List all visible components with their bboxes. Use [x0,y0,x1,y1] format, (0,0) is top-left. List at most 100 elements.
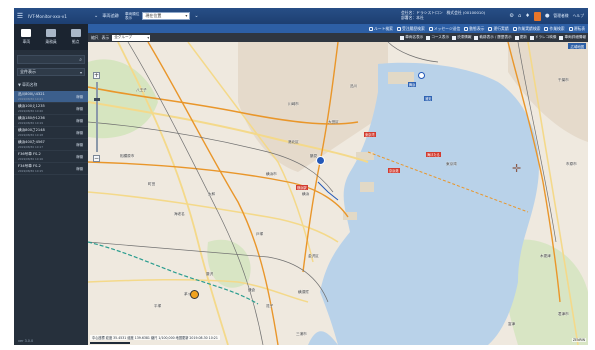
display-select[interactable]: 現在位置 ▾ [142,12,191,20]
user-name[interactable]: 管理者様 [553,13,568,19]
map-tool-button[interactable]: 軌跡表示 / 履歴表示 [474,34,512,41]
place-label: 富津 [508,322,516,326]
map-status-text: 中心座標 緯度 35.4531 経度 139.6381 縮尺 1/100,000… [90,335,220,340]
service-label: 動態表示 [469,25,485,31]
help-link[interactable]: ヘルプ [573,13,584,19]
group-select-value: 全件表示 [20,69,36,74]
list-item[interactable]: F36号車 FS-2 2019/08/30 10:16 稼働 [14,151,88,163]
zoom-slider-handle[interactable] [93,98,100,101]
zoom-out-button[interactable]: − [93,155,100,162]
group-select[interactable]: 全件表示 ▾ [17,68,85,76]
display-label-bottom: 表示 [124,16,133,20]
list-item[interactable]: F34号車 FS-2 2019/08/30 10:15 稼働 [14,163,88,175]
map-toolbar-left: 縮尺 表示 全グループ ▾ [88,34,151,41]
map-copyright: ZENRIN [571,338,586,342]
list-item[interactable]: 横浜100え1235 2019/08/30 10:20 稼働 [14,103,88,115]
map-group-select-value: 全グループ [114,35,132,39]
map-group-select[interactable]: 全グループ ▾ [112,34,151,41]
scale-label: 縮尺 [91,34,99,40]
service-button[interactable]: メッセージ送信 [428,26,460,32]
service-label: 運行実績 [493,25,509,31]
map-tool-button[interactable]: 渋滞情報 [452,34,471,41]
building-icon [70,29,81,37]
tab-vehicles[interactable]: 車両 [14,24,39,50]
tool-icon [474,35,479,40]
service-button[interactable]: ルート検索 [368,25,393,32]
list-item[interactable]: 横浜400た4567 2019/08/30 10:17 稼働 [14,139,88,151]
service-icon [368,26,373,31]
place-label: 金沢区 [308,254,319,258]
tab-drivers[interactable]: 乗務員 [39,24,64,50]
list-item[interactable]: 横浜800さ2148 2019/08/30 10:18 稼働 [14,127,88,139]
hamburger-icon[interactable]: ☰ [14,8,26,24]
gear-icon[interactable]: ⚙ [509,13,514,19]
station-label: 横浜駅 [296,185,308,190]
tab-label: 車両 [22,39,31,44]
service-button[interactable]: 運転表 [568,26,585,32]
place-tag: 浦安 [424,96,433,101]
map-tool-button[interactable]: コース表示 [426,34,449,41]
vehicle-tracking-link[interactable]: 車両追跡 [102,13,119,19]
status-badge: 稼働 [76,107,83,111]
driver-icon [46,29,56,37]
tool-icon [559,35,564,40]
chevron-down-icon[interactable]: ⌄ [94,13,98,19]
map-tool-button[interactable]: 車両詳細情報 [559,34,586,41]
list-item[interactable]: 品川800い4321 2019/08/30 10:21 稼働 [14,91,88,103]
place-label: 三浦市 [296,332,307,336]
zoom-in-button[interactable]: + [93,72,100,79]
map-tool-label: 車両詳細情報 [564,35,586,39]
service-button[interactable]: 作業実績検索 [512,25,541,32]
list-item[interactable]: 横浜180か1236 2019/08/30 10:19 稼働 [14,115,88,127]
place-label: 横須賀 [298,290,309,294]
display-label: 車両順位 表示 [125,12,139,20]
place-label: 品川 [350,84,358,88]
status-badge: 稼働 [76,131,83,135]
map-tool-label: 車両名表示 [405,35,424,39]
top-bar: ☰ IVT-Monitor-xxx-v1 ⌄ 車両追跡 車両順位 表示 現在位置… [14,8,588,24]
tab-bases[interactable]: 拠点 [63,24,88,50]
service-icon [512,26,517,31]
tool-icon [400,35,405,40]
service-label: ルート検索 [373,25,393,31]
service-icon [544,26,549,31]
service-button[interactable]: 作業検索 [544,26,565,32]
sidebar: 車両 乗務員 拠点 ⌕ 全件表示 ▾ ▼ 車両名称 品川800い4321 2019… [14,24,88,345]
service-button[interactable]: 動態表示 [464,26,484,32]
map-canvas[interactable] [88,42,588,345]
vehicle-search-input[interactable]: ⌕ [17,55,85,64]
service-label: 作業実績検索 [517,25,541,31]
service-icon [464,26,469,31]
vehicle-list-header[interactable]: ▼ 車両名称 [18,82,88,88]
search-icon[interactable]: ⌕ [79,57,82,63]
map-tool-button[interactable]: 車両名表示 [400,34,423,41]
tab-label: 拠点 [71,39,80,44]
place-label: 港北区 [288,140,299,144]
place-label: 八王子 [136,88,147,92]
wide-map-button[interactable]: 広域地図 [568,43,586,49]
vehicle-marker[interactable] [190,290,199,299]
vehicle-marker[interactable] [316,156,325,165]
service-button[interactable]: 受注履歴検索 [396,26,425,32]
zoom-slider-track[interactable] [95,82,98,152]
place-label: 相模原市 [120,154,135,158]
service-button[interactable]: 運行実績 [488,25,509,32]
base-marker[interactable] [418,72,425,79]
map-tool-label: 更新 [519,35,527,39]
crosshair-icon: ✛ [512,162,522,175]
notification-badge[interactable] [533,11,541,21]
service-icon [568,26,573,31]
user-icon[interactable]: ● [545,13,550,19]
status-badge: 稼働 [76,143,83,147]
place-label: 川崎市 [288,102,299,106]
map-tool-button[interactable]: 更新 [514,34,527,41]
map-tool-button[interactable]: ドラレコ映像 [529,34,556,41]
home-icon[interactable]: ⌂ [518,13,521,19]
map-panel[interactable]: ルート検索 受注履歴検索 メッセージ送信 動態表示 運行実績 作業実績検索 作業検索 運転表 … [88,24,588,345]
vehicle-list: 品川800い4321 2019/08/30 10:21 稼働 横浜100え1235 20… [14,91,88,175]
service-icon [488,26,493,31]
bell-icon[interactable]: ♦ [525,13,530,19]
place-label: 木更津 [540,254,551,258]
chevron-down-icon[interactable]: ⌄ [194,13,198,19]
place-label: 千葉市 [558,78,569,82]
